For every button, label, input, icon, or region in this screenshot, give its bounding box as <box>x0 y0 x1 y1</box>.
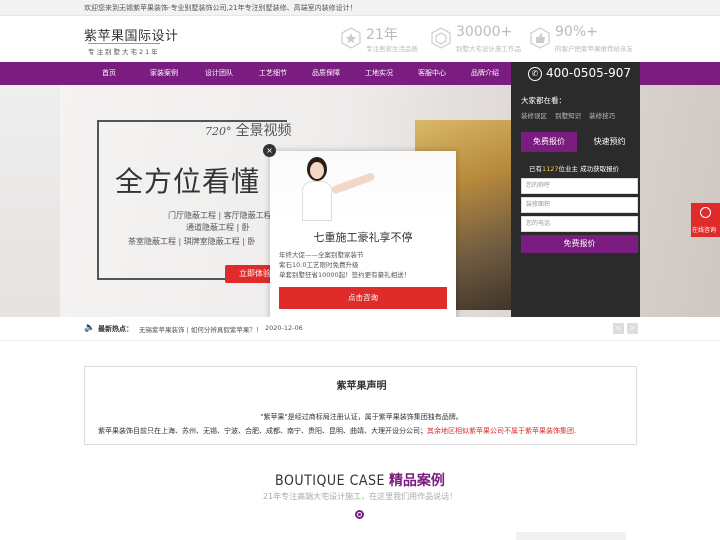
agent-arm <box>330 171 376 195</box>
banner-line: 通道隐蔽工程 | 卧 <box>186 223 250 232</box>
ticker-prev-button[interactable]: < <box>613 323 624 334</box>
logo-tagline: 专注别墅大宅21年 <box>88 43 160 56</box>
quote-sidebox: ✆ 400-0505-907 大家都在看： 装修误区 别墅知识 装修技巧 免费报… <box>511 62 640 317</box>
boutique-title-en: BOUTIQUE CASE <box>275 473 385 489</box>
close-icon[interactable]: × <box>263 144 276 157</box>
agent-face <box>310 162 324 179</box>
phone-row: ✆ 400-0505-907 <box>511 62 640 86</box>
statement-branches: 紫苹果装饰目前只在上海、苏州、无锡、宁波、合肥、成都、南宁、贵阳、昆明、曲靖、大… <box>98 426 576 436</box>
stat-caption: 别墅大宅设计施工作品 <box>456 45 521 53</box>
quote-count: 已有1127位业主 成功获取报价 <box>529 163 619 173</box>
popup-line: 年终大促——全案别墅家装节 <box>279 251 364 259</box>
header: 紫苹果国际设计 专注别墅大宅21年 21年 专注居家生活品质 30000+ 别墅… <box>0 16 720 62</box>
thumb-up-icon <box>530 27 550 49</box>
popular-heading: 大家都在看： <box>521 96 566 105</box>
ticker-headline[interactable]: 无锡紫苹果装饰 | 如何分辨真假紫苹果？！ <box>139 324 262 334</box>
ticker-next-button[interactable]: > <box>627 323 638 334</box>
banner-background <box>0 85 60 317</box>
agent-figure <box>302 157 376 221</box>
nav-brand[interactable]: 品牌介绍 <box>464 62 506 85</box>
popular-link[interactable]: 装修技巧 <box>589 112 615 120</box>
online-consult-button[interactable]: 在线咨询 <box>691 203 720 237</box>
nav-design-team[interactable]: 设计团队 <box>198 62 240 85</box>
tab-free-quote[interactable]: 免费报价 <box>521 132 577 152</box>
stat-number: 30000+ <box>456 24 513 40</box>
consult-button[interactable]: 点击咨询 <box>279 287 447 309</box>
branch-warning: 其余地区相似紫苹果公司不属于紫苹果装饰集团. <box>427 427 577 435</box>
count-number: 1127 <box>542 165 559 173</box>
count-suffix: 位业主 成功获取报价 <box>558 165 620 173</box>
nav-quality[interactable]: 品质保障 <box>305 62 347 85</box>
count-prefix: 已有 <box>529 165 542 173</box>
brand-statement: 紫苹果声明 "紫苹果"是经过商标局注册认证，属于紫苹果装饰集团独有品牌。 紫苹果… <box>84 366 637 445</box>
tab-quick-booking[interactable]: 快速预约 <box>581 132 638 152</box>
banner-line: 茶室隐蔽工程 | 琪牌室隐蔽工程 | 卧 <box>128 237 256 246</box>
area-input[interactable]: 装修面积 <box>521 197 638 213</box>
vr-badge: 720° 全景视频 <box>205 120 292 140</box>
case-filter-bar <box>516 532 626 540</box>
speaker-icon: 🔈 <box>84 323 96 333</box>
name-input[interactable]: 您的称呼 <box>521 178 638 194</box>
banner-frame <box>97 120 287 280</box>
top-bar: 欢迎您来到无锡紫苹果装饰-专业别墅装饰公司,21年专注别墅装修、高端室内装修设计… <box>0 0 720 16</box>
branch-list: 紫苹果装饰目前只在上海、苏州、无锡、宁波、合肥、成都、南宁、贵阳、昆明、曲靖、大… <box>98 427 427 435</box>
service-agent-photo <box>270 151 456 221</box>
stat-number: 90%+ <box>555 24 598 40</box>
news-ticker: 🔈 最新热点： 无锡紫苹果装饰 | 如何分辨真假紫苹果？！ 2020-12-06… <box>0 317 720 341</box>
nav-site-live[interactable]: 工地实况 <box>358 62 400 85</box>
vr-label: 全景视频 <box>235 123 292 139</box>
stat-number: 21年 <box>366 27 398 43</box>
phone-icon: ✆ <box>528 67 542 81</box>
popular-links: 装修误区 别墅知识 装修技巧 <box>521 110 631 120</box>
logo[interactable]: 紫苹果国际设计 <box>84 25 179 44</box>
free-quote-button[interactable]: 免费报价 <box>521 235 638 253</box>
banner-title: 全方位看懂 <box>115 165 261 198</box>
popup-title: 七重施工豪礼享不停 <box>313 231 413 244</box>
popup-line: 紫石10.0工艺限时免费升级 <box>279 261 359 269</box>
hotline-number[interactable]: 400-0505-907 <box>546 66 631 80</box>
popular-link[interactable]: 别墅知识 <box>555 112 581 120</box>
cube-icon <box>431 27 451 49</box>
circle-dot-icon <box>355 510 364 519</box>
online-consult-label: 在线咨询 <box>692 227 717 234</box>
star-badge-icon <box>341 27 361 49</box>
popular-link[interactable]: 装修误区 <box>521 112 547 120</box>
boutique-title-cn: 精品案例 <box>388 473 445 489</box>
nav-service[interactable]: 客服中心 <box>411 62 453 85</box>
agent-torso <box>302 181 332 221</box>
nav-craft[interactable]: 工艺细节 <box>252 62 294 85</box>
stat-caption: 的客户把紫苹果推荐给亲友 <box>555 45 633 53</box>
boutique-heading: BOUTIQUE CASE 精品案例 <box>0 470 720 490</box>
ticker-label: 最新热点： <box>98 325 133 333</box>
phone-input[interactable]: 您的电话 <box>521 216 638 232</box>
ticker-date: 2020-12-06 <box>265 324 303 332</box>
statement-text: "紫苹果"是经过商标局注册认证，属于紫苹果装饰集团独有品牌。 <box>260 413 463 421</box>
nav-home[interactable]: 首页 <box>92 62 126 85</box>
quote-tabs: 免费报价 快速预约 <box>521 132 638 152</box>
statement-title: 紫苹果声明 <box>336 381 387 392</box>
chat-icon <box>700 207 711 218</box>
vr-logo: 720° <box>205 125 232 138</box>
promo-popup: 七重施工豪礼享不停 年终大促——全案别墅家装节 紫石10.0工艺限时免费升级 单… <box>270 151 456 323</box>
stat-caption: 专注居家生活品质 <box>366 45 418 53</box>
nav-cases[interactable]: 家装案例 <box>143 62 185 85</box>
popup-line: 单套别墅狂省10000起！签约更有豪礼相送！ <box>279 271 411 279</box>
welcome-text: 欢迎您来到无锡紫苹果装饰-专业别墅装饰公司,21年专注别墅装修、高端室内装修设计… <box>84 4 357 12</box>
boutique-subtitle: 21年专注高端大宅设计施工，在这里我们用作品说话！ <box>262 492 458 501</box>
